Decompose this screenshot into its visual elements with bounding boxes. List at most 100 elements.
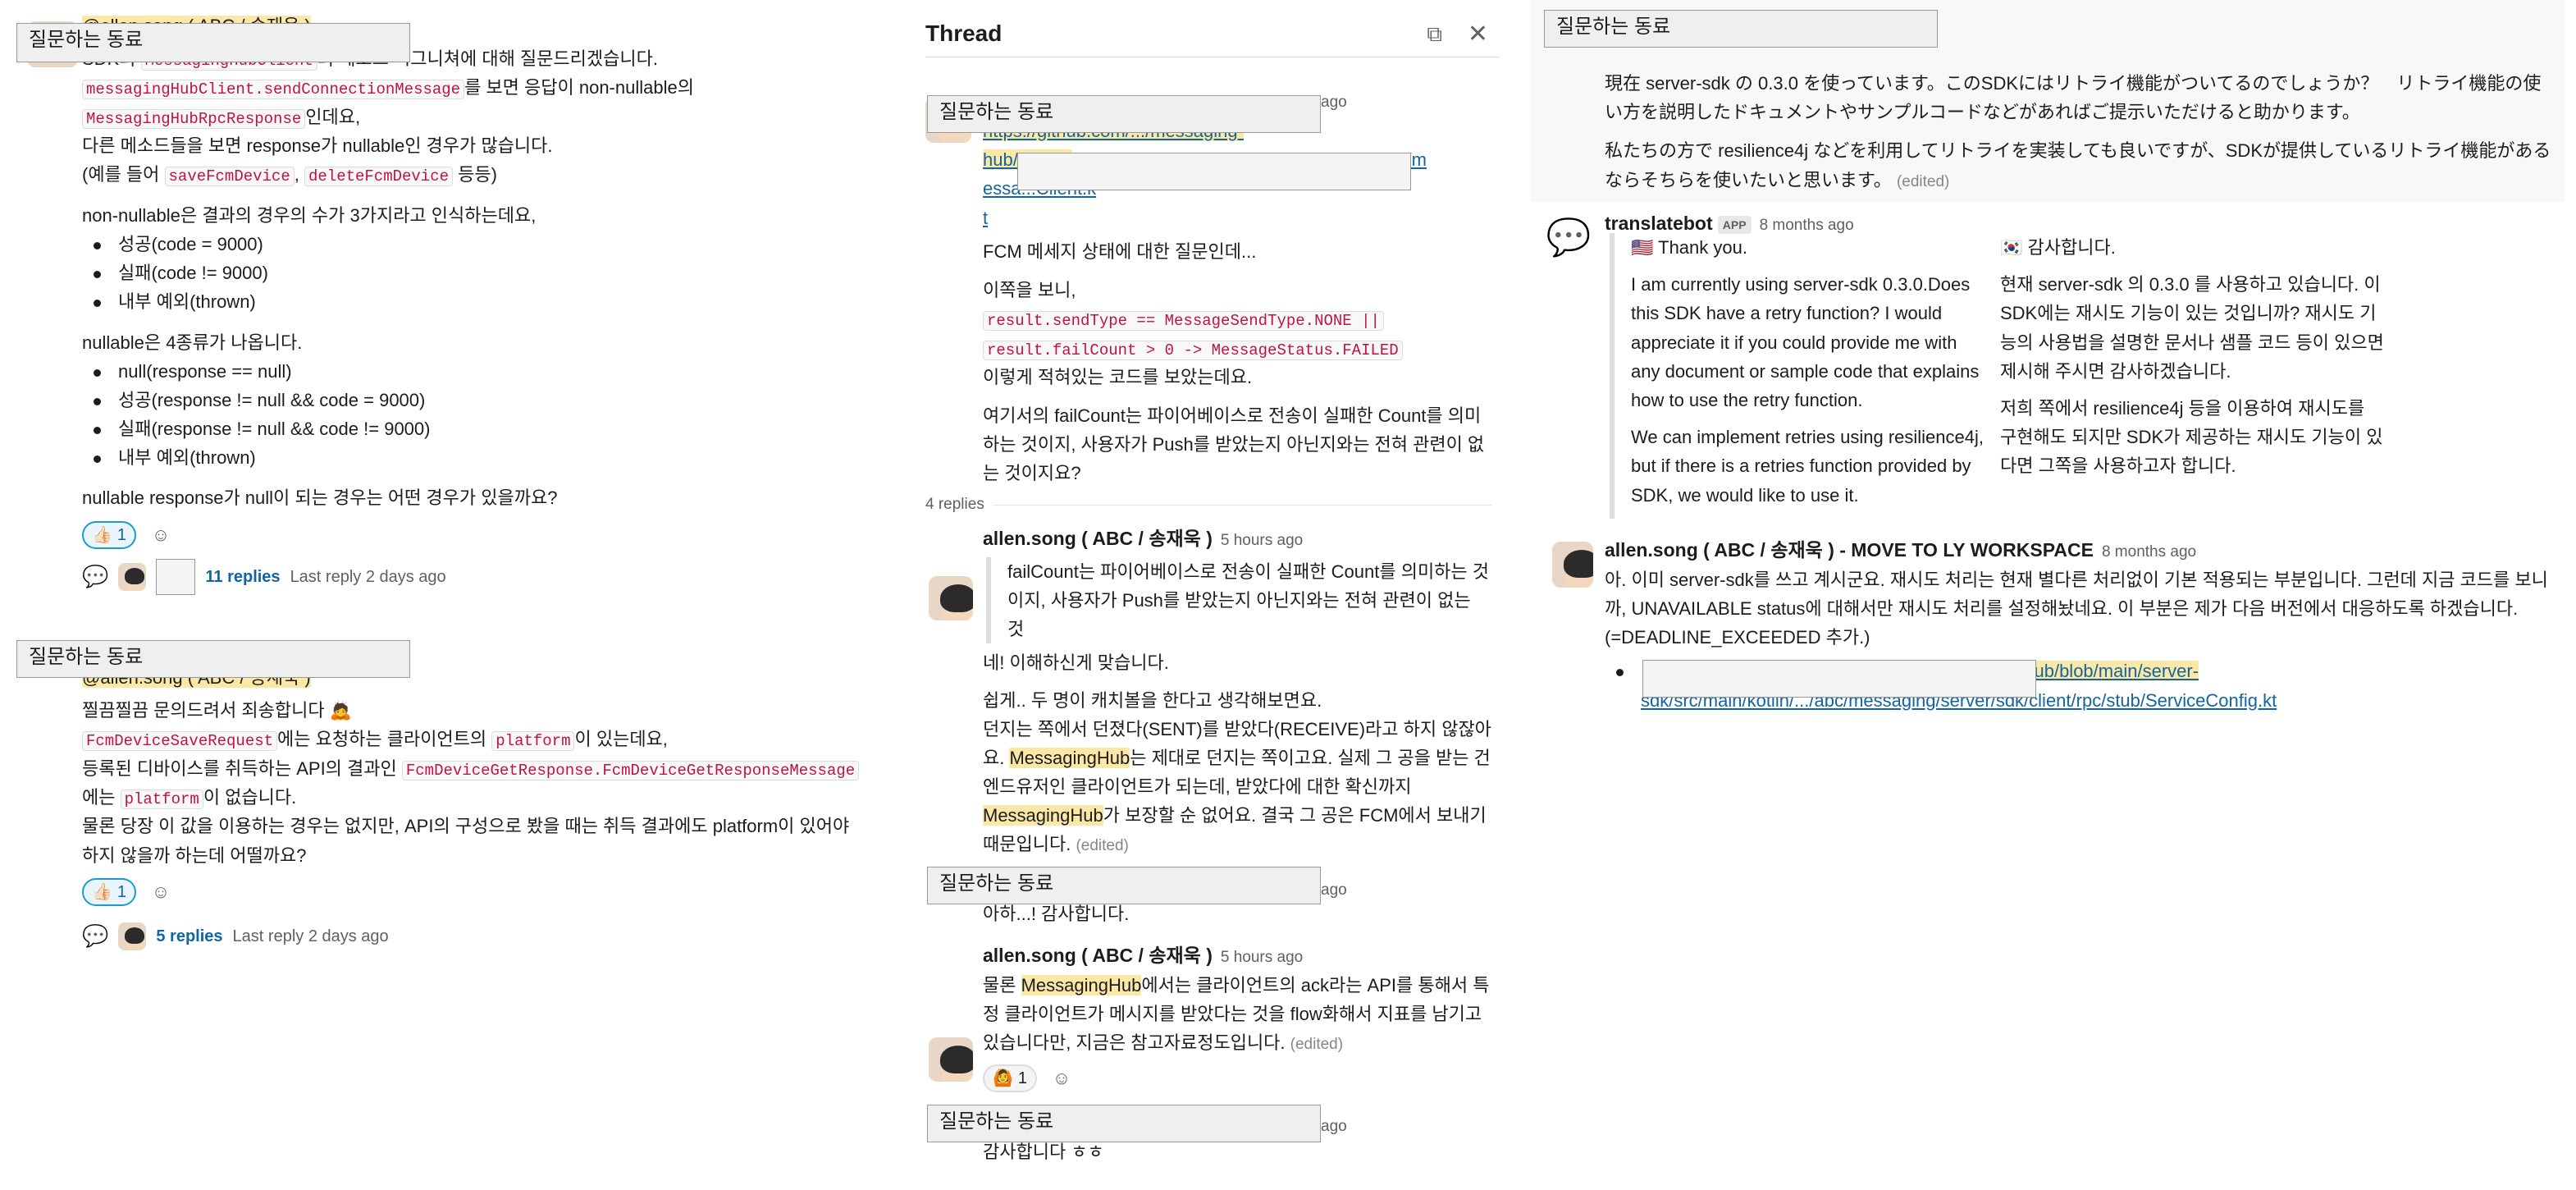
open-in-window-button[interactable]: ⧉: [1427, 17, 1442, 52]
github-link[interactable]: t: [983, 208, 988, 228]
message-line: non-nullable은 결과의 경우의 수가 3가지라고 인식하는데요,: [82, 204, 537, 226]
message-line: FCM 메세지 상태에 대한 질문인데...: [983, 240, 1257, 262]
message-line: 이렇게 적혀있는 코드를 보았는데요.: [983, 366, 1253, 387]
reaction-thumbsup[interactable]: 👍🏻 1: [82, 877, 137, 906]
message-line: MessagingHubRpcResponse 인데요,: [82, 103, 886, 131]
author-name[interactable]: allen.song ( ABC / 송재욱 ) - MOVE TO LY WO…: [1605, 539, 2094, 561]
reaction-thumbsup[interactable]: 👍🏻 1: [82, 520, 137, 549]
emoji-add-icon: ☺: [1052, 1067, 1071, 1088]
author-name[interactable]: allen.song ( ABC / 송재욱 ): [983, 945, 1213, 966]
thread-pane: Thread ⧉ ✕ ago 질문하는 동료 https://github.co…: [911, 0, 1518, 1190]
message-line: 네! 이해하신게 맞습니다.: [983, 652, 1169, 674]
timestamp[interactable]: 8 months ago: [1760, 217, 1854, 234]
message-line: messagingHubClient.sendConnectionMessage…: [82, 73, 886, 102]
message-line: nullable은 4종류가 나옵니다.: [82, 332, 303, 353]
inline-code: platform: [491, 731, 575, 752]
translation-heading: 🇰🇷 감사합니다.: [2000, 237, 2116, 258]
app-badge: APP: [1717, 216, 1752, 235]
redaction-label: 질문하는 동료: [1544, 10, 1938, 48]
translation-ko: 🇰🇷 감사합니다. 현재 server-sdk 의 0.3.0 를 사용하고 있…: [2000, 233, 2386, 481]
thread-title: Thread: [925, 21, 1003, 47]
message-line: 던지는 쪽에서 던졌다(SENT)를 받았다(RECEIVE)라고 하지 않잖아…: [983, 718, 1491, 855]
avatar-placeholder: [156, 558, 196, 595]
timestamp[interactable]: 8 months ago: [2102, 543, 2196, 561]
message-line: I am currently using server-sdk 0.3.0.Do…: [1631, 274, 1980, 410]
list-item: 실패(response != null && code != 9000): [82, 414, 886, 443]
us-flag-icon: 🇺🇸: [1631, 237, 1654, 258]
thread-replies[interactable]: 💬 11 replies Last reply 2 days ago: [82, 558, 886, 595]
message-line: 아. 이미 server-sdk를 쓰고 계시군요. 재시도 처리는 현재 별다…: [1605, 569, 2548, 648]
close-thread-button[interactable]: ✕: [1468, 15, 1488, 54]
replies-link[interactable]: 11 replies: [205, 564, 280, 590]
redaction-label: 질문하는 동료: [927, 1105, 1321, 1142]
reply-message: allen.song ( ABC / 송재욱 ) 5 hours ago fail…: [983, 524, 1491, 859]
author-name[interactable]: allen.song ( ABC / 송재욱 ): [983, 528, 1213, 549]
redaction-box: [1642, 660, 2036, 698]
reply-time: ago: [1321, 1118, 1347, 1135]
translation-en: 🇺🇸 Thank you. I am currently using serve…: [1610, 233, 1987, 519]
quote-block: failCount는 파이어베이스로 전송이 실패한 Count를 의미하는 것…: [986, 556, 1491, 644]
bullet-list: null(response == null) 성공(response != nu…: [82, 357, 886, 473]
root-time: ago: [1321, 94, 1347, 111]
message-header: allen.song ( ABC / 송재욱 ) 5 hours ago: [983, 524, 1491, 554]
thread-icon: 💬: [82, 922, 109, 948]
thread-replies[interactable]: 💬 5 replies Last reply 2 days ago: [82, 919, 886, 954]
message-line: (예를 들어 saveFcmDevice, deleteFcmDevice 등등…: [82, 164, 497, 187]
list-item: 성공(code = 9000): [82, 230, 886, 259]
reaction-count: 1: [1017, 1069, 1028, 1087]
timestamp[interactable]: 5 hours ago: [1221, 532, 1303, 549]
message-line: 저희 쪽에서 resilience4j 등을 이용하여 재시도를 구현해도 되지…: [2000, 397, 2383, 477]
code-line: result.failCount > 0 -> MessageStatus.FA…: [983, 334, 1491, 363]
reply-message: allen.song ( ABC / 송재욱 ) 5 hours ago 물론 M…: [983, 941, 1491, 1092]
thread-header: Thread ⧉ ✕: [925, 11, 1500, 57]
speech-bubble-icon: 💬: [1546, 217, 1592, 258]
reaction-bar: 👍🏻 1 ☺: [82, 877, 886, 906]
replies-divider: 4 replies: [925, 492, 1491, 517]
reaction-bar: 👍🏻 1 ☺: [82, 520, 886, 549]
list-item: 성공(response != null && code = 9000): [82, 386, 886, 414]
replies-link[interactable]: 5 replies: [156, 923, 222, 950]
add-reaction-button[interactable]: ☺: [144, 521, 177, 549]
message-line: 私たちの方で resilience4j などを利用してリトライを実装しても良いで…: [1605, 140, 2551, 190]
message-line: 찔끔찔끔 문의드려서 죄송합니다 🙇: [82, 700, 353, 721]
thumbs-up-icon: 👍🏻: [92, 882, 112, 901]
inline-code: saveFcmDevice: [164, 167, 295, 187]
thread-icon: 💬: [82, 563, 109, 588]
message-line: 쉽게.. 두 명이 캐치볼을 한다고 생각해보면요.: [983, 689, 1322, 711]
avatar: [929, 576, 973, 620]
inline-code: deleteFcmDevice: [304, 167, 454, 187]
redaction-label: 질문하는 동료: [16, 640, 410, 678]
avatar: [929, 1037, 973, 1082]
list-item: null(response == null): [82, 357, 886, 386]
author-name[interactable]: translatebot: [1605, 213, 1713, 234]
emoji-add-icon: ☺: [151, 881, 171, 903]
translation-heading: 🇺🇸 Thank you.: [1631, 237, 1747, 258]
message: 現在 server-sdk の 0.3.0 を使っています。このSDKにはリトラ…: [1605, 69, 2556, 195]
ok-gesture-icon: 🙆: [993, 1069, 1013, 1087]
message-line: 등록된 디바이스를 취득하는 API의 결과인 FcmDeviceGetResp…: [82, 754, 886, 783]
add-reaction-button[interactable]: ☺: [1045, 1064, 1078, 1092]
message-line: 이쪽을 보니,: [983, 279, 1076, 300]
add-reaction-button[interactable]: ☺: [144, 878, 177, 906]
list-item: 실패(code != 9000): [82, 259, 886, 287]
message-line: 여기서의 failCount는 파이어베이스로 전송이 실패한 Count를 의…: [983, 405, 1485, 484]
redaction-label: 질문하는 동료: [927, 95, 1321, 133]
message-line: nullable response가 null이 되는 경우는 어떤 경우가 있…: [82, 487, 558, 509]
popout-icon: ⧉: [1427, 21, 1442, 46]
avatar: [118, 922, 147, 950]
avatar: [1552, 542, 1593, 588]
timestamp[interactable]: 5 hours ago: [1221, 949, 1303, 966]
message-line: 에는 platform 이 없습니다.: [82, 786, 297, 809]
redaction-label: 질문하는 동료: [927, 867, 1321, 904]
message-header: allen.song ( ABC / 송재욱 ) - MOVE TO LY WO…: [1605, 535, 2556, 565]
message-line: We can implement retries using resilienc…: [1631, 427, 1984, 506]
channel-pane: SDK의 MessagingHubClient의 메소드 시그니쳐에 대해 질문…: [0, 0, 894, 1190]
avatar: [118, 562, 147, 591]
emoji-add-icon: ☺: [151, 524, 171, 546]
bullet-list: 성공(code = 9000) 실패(code != 9000) 내부 예외(t…: [82, 230, 886, 317]
reaction-ok[interactable]: 🙆 1: [983, 1064, 1038, 1092]
redaction-label: 질문하는 동료: [16, 23, 410, 62]
last-reply: Last reply 2 days ago: [232, 927, 389, 945]
inline-code: MessagingHubRpcResponse: [82, 108, 306, 129]
message-header: allen.song ( ABC / 송재욱 ) 5 hours ago: [983, 941, 1491, 971]
